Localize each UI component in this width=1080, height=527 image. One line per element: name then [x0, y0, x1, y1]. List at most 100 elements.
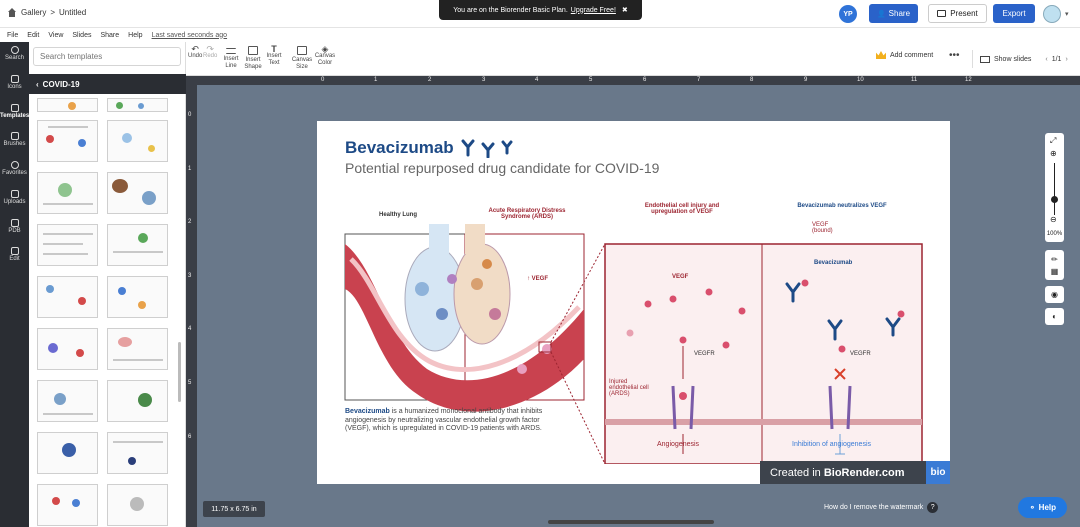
- chat-icon: ⚬: [1028, 503, 1036, 512]
- zoom-panel: ⤢ ⊕ ⊖: [1045, 133, 1064, 242]
- insert-line-button[interactable]: Insert Line: [221, 46, 241, 70]
- line-icon: [226, 48, 236, 54]
- help-button[interactable]: ⚬ Help: [1018, 497, 1067, 518]
- resize-icon: [297, 46, 307, 55]
- chevron-down-icon[interactable]: ▾: [1065, 10, 1069, 18]
- fit-screen-icon[interactable]: ⤢: [1050, 136, 1056, 146]
- menu-share[interactable]: Share: [100, 32, 119, 39]
- redo-button[interactable]: ↷ Redo: [203, 45, 217, 60]
- zoom-level: 100%: [1046, 231, 1063, 237]
- rail-edit[interactable]: Edit: [0, 247, 29, 262]
- template-thumbnail[interactable]: [37, 380, 98, 422]
- panel-scrollbar[interactable]: [178, 342, 181, 402]
- template-thumbnail[interactable]: [37, 224, 98, 266]
- injured-cell-label: Injured endothelial cell (ARDS): [609, 379, 649, 397]
- template-thumbnail[interactable]: [107, 432, 168, 474]
- rail-uploads[interactable]: Uploads: [0, 190, 29, 205]
- last-saved-status[interactable]: Last saved seconds ago: [152, 32, 228, 39]
- template-thumbnail[interactable]: [107, 328, 168, 370]
- template-thumbnail[interactable]: [107, 120, 168, 162]
- template-icon: [10, 104, 19, 112]
- template-thumbnail[interactable]: [37, 172, 98, 214]
- rail-icons[interactable]: Icons: [0, 75, 29, 90]
- ruler-mark: 12: [965, 77, 972, 83]
- contrast-icon[interactable]: ◐: [1045, 308, 1064, 325]
- template-thumbnail[interactable]: [37, 98, 98, 112]
- rail-favorites[interactable]: Favorites: [0, 161, 29, 176]
- rail-templates[interactable]: Templates: [0, 104, 29, 119]
- template-thumbnail[interactable]: [107, 172, 168, 214]
- template-thumbnail[interactable]: [37, 276, 98, 318]
- home-icon[interactable]: [7, 8, 17, 17]
- crown-icon: [876, 51, 886, 59]
- canvas-color-button[interactable]: ◈ Canvas Color: [314, 45, 336, 67]
- top-bar: Gallery > Untitled You are on the Bioren…: [0, 0, 1080, 28]
- chevron-left-icon[interactable]: ‹: [36, 80, 39, 89]
- chevron-left-icon[interactable]: ‹: [1045, 56, 1047, 63]
- menu-slides[interactable]: Slides: [72, 32, 91, 39]
- upgrade-link[interactable]: Upgrade Free!: [571, 7, 616, 14]
- close-icon[interactable]: ✖: [622, 6, 628, 14]
- ruler-mark: 10: [857, 77, 864, 83]
- insert-shape-label: Insert Shape: [244, 57, 262, 70]
- template-thumbnail[interactable]: [37, 120, 98, 162]
- template-thumbnail[interactable]: [37, 328, 98, 370]
- undo-button[interactable]: ↶ Undo: [188, 45, 202, 60]
- chevron-right-icon[interactable]: ›: [1065, 56, 1067, 63]
- watermark-question-text: How do I remove the watermark: [824, 504, 924, 511]
- more-options-button[interactable]: •••: [949, 50, 960, 61]
- template-thumbnail[interactable]: [37, 484, 98, 526]
- menu-help[interactable]: Help: [128, 32, 142, 39]
- grid-icon[interactable]: ▦: [1051, 267, 1059, 276]
- slide-canvas[interactable]: Bevacizumab Potential repurposed drug ca…: [317, 121, 950, 484]
- insert-shape-button[interactable]: Insert Shape: [242, 46, 264, 71]
- show-slides-control[interactable]: Show slides ‹ 1/1 ›: [972, 50, 1074, 68]
- slide-title[interactable]: Bevacizumab: [345, 138, 454, 158]
- template-thumbnail[interactable]: [107, 98, 168, 112]
- breadcrumb-gallery[interactable]: Gallery: [21, 8, 46, 17]
- rail-brushes[interactable]: Brushes: [0, 132, 29, 147]
- template-thumbnail[interactable]: [37, 432, 98, 474]
- canvas-size-button[interactable]: Canvas Size: [291, 46, 313, 71]
- watermark-help-link[interactable]: How do I remove the watermark ?: [824, 502, 939, 513]
- zoom-out-icon[interactable]: ⊖: [1050, 215, 1057, 224]
- template-thumbnail[interactable]: [107, 276, 168, 318]
- template-thumbnail[interactable]: [107, 484, 168, 526]
- insert-text-button[interactable]: T Insert Text: [264, 45, 284, 67]
- menu-view[interactable]: View: [48, 32, 63, 39]
- canvas-stage[interactable]: Bevacizumab Potential repurposed drug ca…: [197, 85, 1080, 527]
- ruler-mark: 9: [804, 77, 808, 83]
- category-header[interactable]: ‹ COVID-19: [29, 74, 186, 94]
- horizontal-scrollbar[interactable]: [548, 520, 714, 524]
- slide-description[interactable]: Bevacizumab is a humanized monoclonal an…: [345, 408, 565, 434]
- rail-pdb[interactable]: PDB: [0, 219, 29, 234]
- injured-line3: (ARDS): [609, 391, 630, 397]
- zoom-in-icon[interactable]: ⊕: [1050, 149, 1057, 158]
- present-button[interactable]: Present: [928, 4, 987, 23]
- template-thumbnail[interactable]: [107, 380, 168, 422]
- zoom-slider-track[interactable]: [1054, 163, 1055, 215]
- template-thumbnail[interactable]: [107, 224, 168, 266]
- category-title: COVID-19: [42, 79, 80, 89]
- collaborator-avatar[interactable]: YP: [839, 5, 857, 23]
- menu-file[interactable]: File: [7, 32, 18, 39]
- add-comment-button[interactable]: Add comment: [876, 51, 933, 59]
- menu-edit[interactable]: Edit: [27, 32, 39, 39]
- protein-icon: [10, 219, 19, 227]
- breadcrumb-separator: >: [50, 8, 56, 17]
- template-search-input[interactable]: [33, 47, 181, 66]
- rail-search[interactable]: Search: [0, 46, 29, 61]
- brush-icon: [10, 132, 19, 140]
- user-avatar[interactable]: [1043, 5, 1061, 23]
- slide-subtitle[interactable]: Potential repurposed drug candidate for …: [345, 160, 659, 176]
- document-title[interactable]: Untitled: [59, 8, 86, 17]
- rail-icons-label: Icons: [7, 84, 22, 90]
- present-button-label: Present: [950, 9, 978, 18]
- export-button[interactable]: Export: [993, 4, 1035, 23]
- share-button[interactable]: 👤 Share: [869, 4, 918, 23]
- ruler-mark: 3: [482, 77, 486, 83]
- zoom-slider-handle[interactable]: [1051, 196, 1058, 203]
- rail-brushes-label: Brushes: [3, 141, 26, 147]
- eye-icon[interactable]: ◉: [1045, 286, 1064, 303]
- ruler-icon[interactable]: ✏: [1051, 255, 1058, 264]
